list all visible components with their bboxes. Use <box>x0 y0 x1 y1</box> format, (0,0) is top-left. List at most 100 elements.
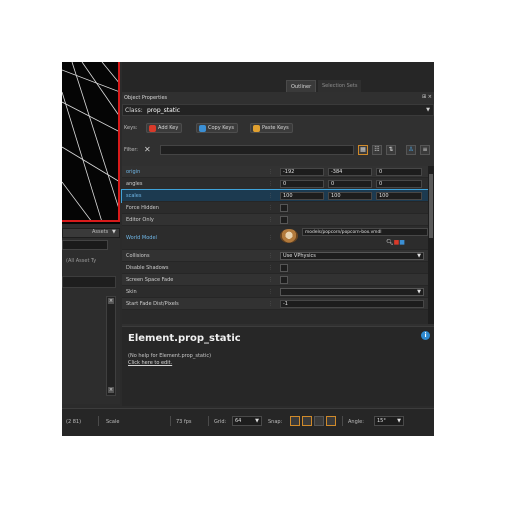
class-selector[interactable]: Class: prop_static ▼ <box>122 104 434 116</box>
info-icon[interactable]: i <box>421 331 430 340</box>
copy-keys-label: Copy Keys <box>208 125 234 131</box>
property-row-scales[interactable]: scales ⋮ 100 100 100 <box>121 189 429 203</box>
property-row-screen-space-fade[interactable]: Screen Space Fade ⋮ <box>122 274 428 286</box>
search-icon[interactable]: 🔍︎ <box>386 239 394 246</box>
drag-handle-icon[interactable]: ⋮ <box>268 193 273 199</box>
tab-outliner[interactable]: Outliner <box>286 80 317 92</box>
grid-view-icon[interactable]: ▦ <box>358 145 368 155</box>
property-row-force-hidden[interactable]: Force Hidden ⋮ <box>122 202 428 214</box>
snap-angle-button[interactable] <box>314 416 324 426</box>
property-grid-scrollbar[interactable] <box>428 166 434 324</box>
chevron-down-icon[interactable]: ▼ <box>112 229 116 235</box>
add-key-label: Add Key <box>158 125 179 131</box>
origin-z-field[interactable]: 0 <box>376 168 422 176</box>
filter-input[interactable] <box>160 145 354 155</box>
collisions-dropdown[interactable]: Use VPhysics ▼ <box>280 252 424 260</box>
property-row-origin[interactable]: origin ⋮ -192 -384 0 <box>122 166 428 178</box>
disable-shadows-checkbox[interactable] <box>280 264 288 272</box>
paste-keys-button[interactable]: Paste Keys <box>250 123 293 133</box>
divider <box>208 416 209 426</box>
snap-surface-button[interactable] <box>326 416 336 426</box>
close-icon[interactable]: × <box>108 387 114 393</box>
angle-snap-dropdown[interactable]: 15° ▼ <box>374 416 404 426</box>
asset-browser-strip: Assets ▼ (All Asset Ty × × <box>62 224 120 404</box>
property-row-start-fade-dist[interactable]: Start Fade Dist/Pixels ⋮ -1 <box>122 298 428 310</box>
divider <box>170 416 171 426</box>
drag-handle-icon[interactable]: ⋮ <box>268 217 273 223</box>
snap-vertex-button[interactable] <box>302 416 312 426</box>
property-name: Skin <box>126 289 137 295</box>
force-hidden-checkbox[interactable] <box>280 204 288 212</box>
skin-dropdown[interactable]: ▼ <box>280 288 424 296</box>
3d-viewport[interactable] <box>62 62 120 224</box>
add-icon <box>149 125 156 132</box>
property-row-skin[interactable]: Skin ⋮ ▼ <box>122 286 428 298</box>
help-edit-link[interactable]: Click here to edit. <box>128 360 172 366</box>
property-row-collisions[interactable]: Collisions ⋮ Use VPhysics ▼ <box>122 250 428 262</box>
angles-pitch-field[interactable]: 0 <box>280 180 324 188</box>
drag-handle-icon[interactable]: ⋮ <box>268 277 273 283</box>
property-row-world-model[interactable]: World Model ⋮ models/popcorn/popcorn-box… <box>122 226 428 250</box>
asset-search-input[interactable] <box>62 240 108 250</box>
angle-snap-value: 15° <box>377 418 386 424</box>
model-actions: 🔍︎■■ <box>386 239 405 246</box>
editor-only-checkbox[interactable] <box>280 216 288 224</box>
drag-handle-icon[interactable]: ⋮ <box>268 253 273 259</box>
property-row-disable-shadows[interactable]: Disable Shadows ⋮ <box>122 262 428 274</box>
tab-selection-sets[interactable]: Selection Sets <box>318 80 362 92</box>
scales-x-field[interactable]: 100 <box>280 192 324 200</box>
list-view-icon[interactable]: ☷ <box>372 145 382 155</box>
drag-handle-icon[interactable]: ⋮ <box>268 169 273 175</box>
screen-space-fade-checkbox[interactable] <box>280 276 288 284</box>
property-grid: origin ⋮ -192 -384 0 angles ⋮ 0 0 0 scal… <box>121 166 429 324</box>
model-preview-thumbnail[interactable] <box>280 229 298 243</box>
drag-handle-icon[interactable]: ⋮ <box>268 301 273 307</box>
start-fade-dist-field[interactable]: -1 <box>280 300 424 308</box>
drag-handle-icon[interactable]: ⋮ <box>268 235 273 241</box>
drag-handle-icon[interactable]: ⋮ <box>268 205 273 211</box>
pin-close-icon[interactable]: ⊞ × <box>422 94 432 100</box>
property-name: Screen Space Fade <box>126 277 174 283</box>
clear-filter-icon[interactable]: ✕ <box>144 145 151 155</box>
menu-icon[interactable]: ≡ <box>420 145 430 155</box>
close-icon[interactable]: × <box>108 298 114 304</box>
property-row-editor-only[interactable]: Editor Only ⋮ <box>122 214 428 226</box>
asset-list-scrollbar[interactable]: × × <box>106 296 116 396</box>
angles-yaw-field[interactable]: 0 <box>328 180 372 188</box>
assets-dropdown[interactable]: Assets <box>92 229 108 235</box>
origin-x-field[interactable]: -192 <box>280 168 324 176</box>
sort-icon[interactable]: ⇅ <box>386 145 396 155</box>
grid-size-value: 64 <box>235 418 242 424</box>
add-key-button[interactable]: Add Key <box>146 123 183 133</box>
copy-icon[interactable]: ■ <box>399 239 405 246</box>
snap-grid-button[interactable] <box>290 416 300 426</box>
properties-panel: Outliner Selection Sets Object Propertie… <box>121 62 434 406</box>
keys-toolbar: Keys: Add Key Copy Keys Paste Keys <box>122 122 434 134</box>
drag-handle-icon[interactable]: ⋮ <box>268 265 273 271</box>
object-properties-title: Object Properties <box>124 95 168 101</box>
scrollbar-thumb[interactable] <box>429 174 433 238</box>
chevron-down-icon: ▼ <box>417 253 421 259</box>
scales-z-field[interactable]: 100 <box>376 192 422 200</box>
angles-roll-field[interactable]: 0 <box>376 180 422 188</box>
scales-y-field[interactable]: 100 <box>328 192 372 200</box>
status-bar: (2 81) Scale 73 fps Grid: 64 ▼ Snap: Ang… <box>62 408 434 436</box>
chevron-down-icon[interactable]: ▼ <box>426 107 430 113</box>
model-path-field[interactable]: models/popcorn/popcorn-box.vmdl <box>302 228 428 236</box>
filter-toolbar: Filter: ✕ ▦ ☷ ⇅ ♙ ≡ <box>122 144 434 156</box>
drag-handle-icon[interactable]: ⋮ <box>268 289 273 295</box>
chevron-down-icon: ▼ <box>255 418 259 424</box>
user-icon[interactable]: ♙ <box>406 145 416 155</box>
asset-type-filter[interactable]: (All Asset Ty <box>66 258 96 264</box>
origin-y-field[interactable]: -384 <box>328 168 372 176</box>
grid-size-dropdown[interactable]: 64 ▼ <box>232 416 262 426</box>
copy-keys-button[interactable]: Copy Keys <box>196 123 238 133</box>
drag-handle-icon[interactable]: ⋮ <box>268 181 273 187</box>
chevron-down-icon: ▼ <box>397 418 401 424</box>
fps-readout: 73 fps <box>176 419 192 425</box>
property-row-angles[interactable]: angles ⋮ 0 0 0 <box>122 178 428 190</box>
snap-label: Snap: <box>268 419 283 425</box>
property-name: scales <box>126 193 142 199</box>
asset-filter-box[interactable] <box>62 276 116 288</box>
paste-icon <box>253 125 260 132</box>
